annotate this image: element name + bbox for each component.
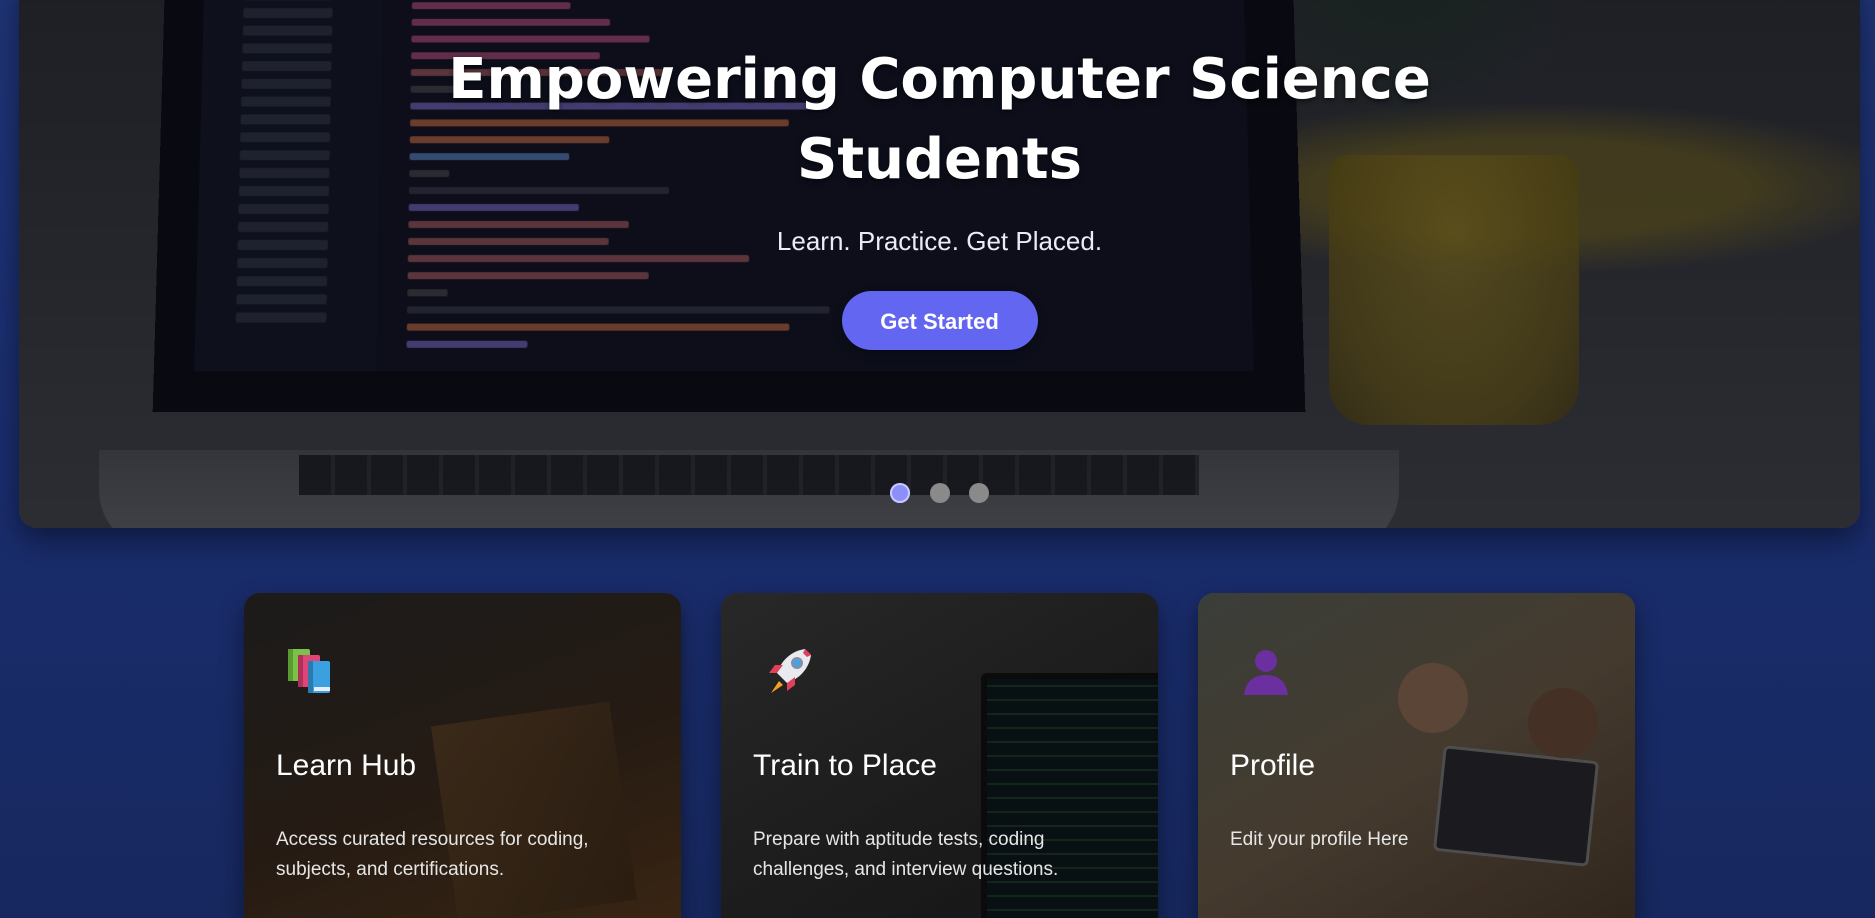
card-description: Access curated resources for coding, sub… xyxy=(276,829,589,880)
get-started-button[interactable]: Get Started xyxy=(841,291,1038,350)
card-description: Edit your profile Here xyxy=(1230,829,1409,850)
card-profile[interactable]: Profile Edit your profile Here xyxy=(1198,593,1635,918)
carousel-indicators xyxy=(19,483,1860,507)
card-train-to-place[interactable]: Train to Place Prepare with aptitude tes… xyxy=(721,593,1158,918)
carousel-dot-3[interactable] xyxy=(968,483,989,503)
hero-content: Empowering Computer Science Students Lea… xyxy=(19,40,1860,350)
feature-cards: Learn Hub Access curated resources for c… xyxy=(244,593,1636,918)
rocket-icon xyxy=(769,649,811,693)
card-title: Train to Place xyxy=(753,749,937,782)
books-icon xyxy=(288,649,330,693)
card-description: Prepare with aptitude tests, coding chal… xyxy=(753,829,1059,880)
hero-title: Empowering Computer Science Students xyxy=(448,47,1431,192)
card-title: Learn Hub xyxy=(276,749,417,782)
user-icon xyxy=(1244,650,1288,695)
carousel-dot-1[interactable] xyxy=(890,483,911,503)
hero-subtitle: Learn. Practice. Get Placed. xyxy=(776,226,1103,256)
card-learn-hub[interactable]: Learn Hub Access curated resources for c… xyxy=(244,593,681,918)
card-title: Profile xyxy=(1230,749,1316,782)
carousel-dot-2[interactable] xyxy=(929,483,950,503)
hero-carousel: Empowering Computer Science Students Lea… xyxy=(19,0,1860,528)
